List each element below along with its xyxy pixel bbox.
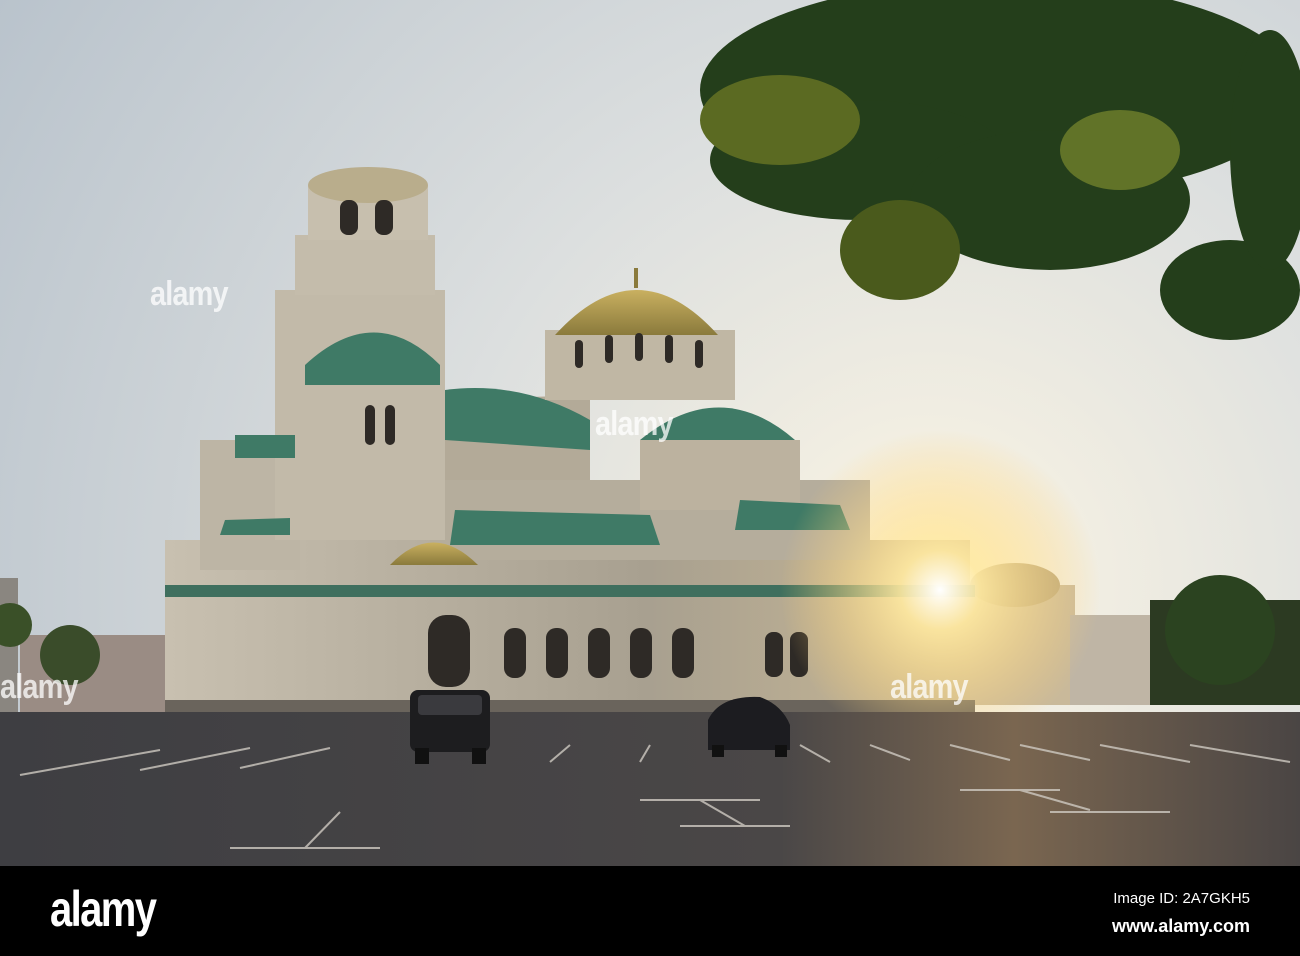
- watermark: alamy: [150, 275, 229, 313]
- image-id: Image ID: 2A7GKH5: [1113, 890, 1250, 907]
- site-url: www.alamy.com: [1111, 916, 1250, 936]
- alamy-logo: alamy: [50, 881, 157, 937]
- stock-photo: alamy alamy alamy alamy alamy Image ID: …: [0, 0, 1300, 956]
- footer-bar: alamy Image ID: 2A7GKH5 www.alamy.com: [0, 866, 1300, 956]
- watermark: alamy: [595, 405, 674, 443]
- watermark: alamy: [0, 668, 79, 706]
- watermark: alamy: [890, 668, 969, 706]
- cobblestone-plaza: [0, 712, 1300, 866]
